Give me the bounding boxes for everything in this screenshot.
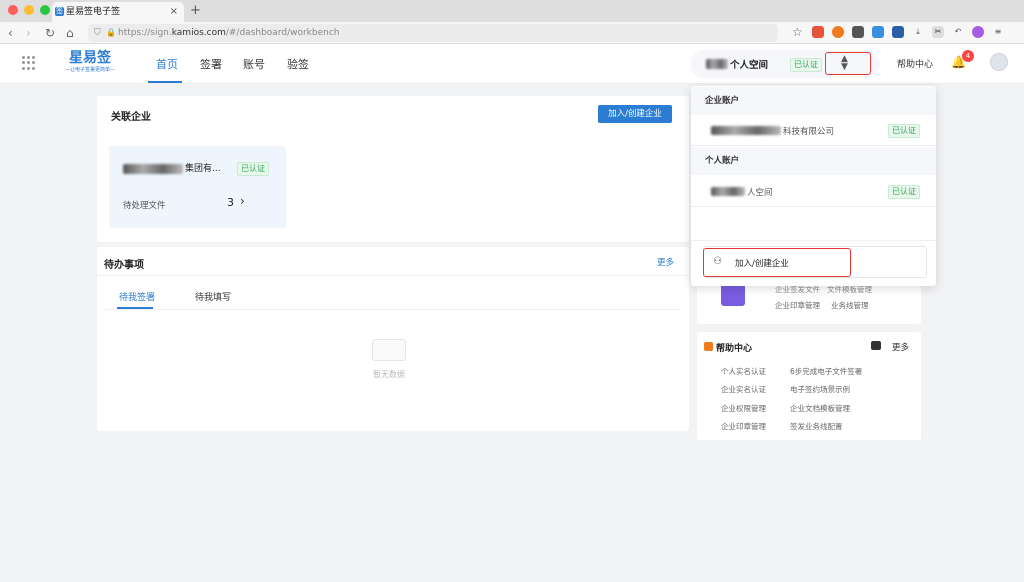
space-name: 个人空间 <box>730 60 769 71</box>
blurred-user-name <box>706 59 728 69</box>
blurred-personal-name <box>711 187 745 196</box>
empty-text: 暂无数据 <box>373 370 405 379</box>
address-bar[interactable]: ⛉ 🔒 https://sign.kamios.com/#/dashboard/… <box>88 24 778 42</box>
help-item[interactable]: 企业印章管理 <box>721 421 766 432</box>
notification-count-badge: 4 <box>962 50 974 62</box>
highlight-join-box <box>703 248 851 277</box>
extensions-bar: ⤓ ✂ ↶ ≡ <box>812 26 1004 38</box>
extension-firefox-icon[interactable] <box>832 26 844 38</box>
highlight-switch-box <box>825 52 871 75</box>
nav-account[interactable]: 账号 <box>243 56 265 72</box>
forward-icon[interactable]: › <box>26 25 31 41</box>
personal-section-header: 个人账户 <box>691 147 936 175</box>
app-header: 星易签 —让电子签署更简单— 首页 签署 账号 验签 个人空间 已认证 ▲ ▼ <box>0 44 1024 84</box>
browser-tab-bar: 签 星易签电子签 × + <box>0 0 1024 22</box>
pending-files-count[interactable]: 3 <box>227 196 234 209</box>
company-verified-badge: 已认证 <box>237 162 269 176</box>
help-item[interactable]: 6步完成电子文件签署 <box>790 366 862 377</box>
extension-camera-icon[interactable] <box>892 26 904 38</box>
back-icon[interactable]: ‹ <box>8 25 13 41</box>
help-item[interactable]: 签发业务线配置 <box>790 421 843 432</box>
nav-home[interactable]: 首页 <box>156 56 178 72</box>
company-item[interactable]: 集团有... 已认证 待处理文件 3 › <box>109 146 286 228</box>
todo-card: 待办事项 更多 待我签署 待我填写 暂无数据 <box>97 247 689 431</box>
monitor-icon <box>721 284 745 306</box>
minimize-window-button[interactable] <box>24 5 34 15</box>
enterprise-account-item[interactable]: 科技有限公司 已认证 <box>691 116 936 146</box>
help-card-title: 帮助中心 <box>716 344 753 354</box>
url-path: /#/dashboard/workbench <box>225 28 340 38</box>
help-item[interactable]: 企业权限管理 <box>721 403 766 414</box>
feature-seals[interactable]: 企业印章管理 <box>775 300 820 311</box>
help-item[interactable]: 电子签约场景示例 <box>790 384 850 395</box>
chevron-right-icon[interactable]: › <box>240 194 245 208</box>
logo-slogan: —让电子签署更简单— <box>64 67 115 73</box>
browser-toolbar: ‹ › ↻ ⌂ ⛉ 🔒 https://sign.kamios.com/#/da… <box>0 22 1024 44</box>
menu-icon[interactable]: ≡ <box>992 26 1004 38</box>
company-card-title: 关联企业 <box>111 112 151 123</box>
help-center-link[interactable]: 帮助中心 <box>897 57 933 70</box>
space-verified-badge: 已认证 <box>790 58 822 72</box>
url-prefix: https://sign. <box>118 28 172 38</box>
personal-verified-badge: 已认证 <box>888 185 920 199</box>
scissors-icon[interactable]: ✂ <box>932 26 944 38</box>
tab-to-sign[interactable]: 待我签署 <box>119 290 155 303</box>
maximize-window-button[interactable] <box>40 5 50 15</box>
apps-grid-icon[interactable] <box>22 56 36 70</box>
pending-files-label: 待处理文件 <box>123 201 166 211</box>
help-icon <box>704 342 713 351</box>
download-icon[interactable]: ⤓ <box>912 26 924 38</box>
divider <box>97 275 689 276</box>
bookmark-star-icon[interactable]: ☆ <box>792 24 803 40</box>
extension-megaphone-icon[interactable] <box>852 26 864 38</box>
dropdown-divider <box>691 240 936 241</box>
todo-card-title: 待办事项 <box>104 260 144 271</box>
help-item[interactable]: 企业文档模板管理 <box>790 403 850 414</box>
close-window-button[interactable] <box>8 5 18 15</box>
avatar[interactable] <box>990 53 1008 71</box>
tabs-divider <box>105 309 681 310</box>
logo-title: 星易签 <box>69 50 111 66</box>
personal-account-item[interactable]: 人空间 已认证 <box>691 177 936 207</box>
undo-icon[interactable]: ↶ <box>952 26 964 38</box>
window-controls <box>8 5 50 15</box>
personal-name-suffix: 人空间 <box>747 188 773 198</box>
empty-inbox-icon <box>372 339 406 361</box>
account-switch-dropdown: 企业账户 科技有限公司 已认证 个人账户 人空间 已认证 ⚇ 加入/创建企业 <box>691 86 936 286</box>
help-item[interactable]: 企业实名认证 <box>721 384 766 395</box>
new-tab-button[interactable]: + <box>190 2 201 20</box>
extension-translate-icon[interactable] <box>872 26 884 38</box>
logo[interactable]: 星易签 —让电子签署更简单— <box>60 50 120 74</box>
enterprise-section-header: 企业账户 <box>691 87 936 115</box>
url-host: kamios.com <box>171 28 226 38</box>
browser-tab[interactable]: 签 星易签电子签 × <box>52 2 184 22</box>
enterprise-name-suffix: 科技有限公司 <box>783 127 835 137</box>
help-more-link[interactable]: 更多 <box>892 341 909 353</box>
close-tab-icon[interactable]: × <box>170 2 178 22</box>
video-icon[interactable] <box>871 341 881 350</box>
join-company-button[interactable]: 加入/创建企业 <box>598 105 672 123</box>
company-name-suffix: 集团有... <box>185 164 221 174</box>
tab-title: 星易签电子签 <box>66 7 121 17</box>
lock-icon: 🔒 <box>106 28 116 37</box>
extension-purple-icon[interactable] <box>972 26 984 38</box>
reload-icon[interactable]: ↻ <box>45 25 55 41</box>
shield-icon: ⛉ <box>94 28 101 38</box>
tab-to-fill[interactable]: 待我填写 <box>195 290 231 303</box>
help-card: 帮助中心 更多 个人实名认证 6步完成电子文件签署 企业实名认证 电子签约场景示… <box>697 332 921 440</box>
extension-game-icon[interactable] <box>812 26 824 38</box>
home-icon[interactable]: ⌂ <box>66 25 74 41</box>
nav-active-indicator <box>148 81 182 83</box>
favicon-icon: 签 <box>55 7 64 16</box>
blurred-enterprise-name <box>711 126 781 135</box>
nav-sign[interactable]: 签署 <box>200 56 222 72</box>
company-card: 关联企业 加入/创建企业 集团有... 已认证 待处理文件 3 › <box>97 96 689 242</box>
enterprise-verified-badge: 已认证 <box>888 124 920 138</box>
todo-more-link[interactable]: 更多 <box>657 256 674 268</box>
feature-business-lines[interactable]: 业务线管理 <box>831 300 869 311</box>
nav-verify[interactable]: 验签 <box>287 56 309 72</box>
help-item[interactable]: 个人实名认证 <box>721 366 766 377</box>
blurred-company-name <box>123 164 183 174</box>
